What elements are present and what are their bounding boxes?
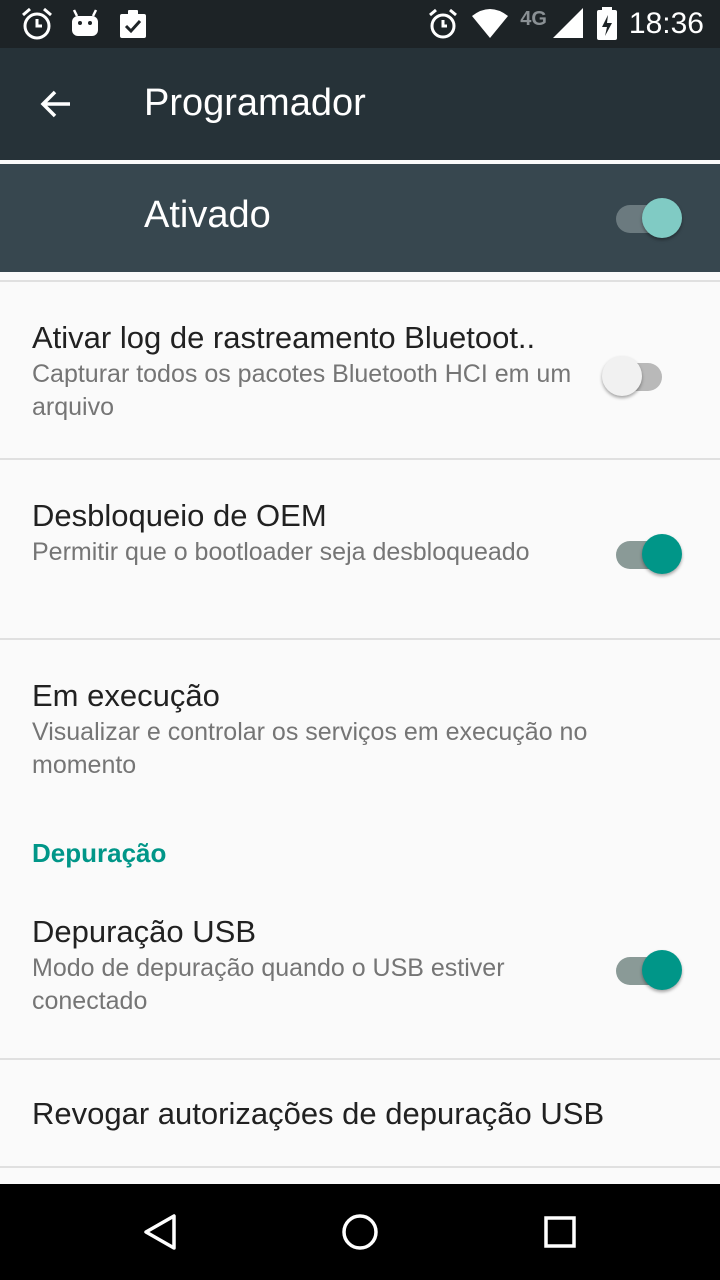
master-switch[interactable] [616,194,682,238]
settings-list: Ativar log de rastreamento Bluetoot.. Ca… [0,272,720,1168]
item-subtitle: Modo de depuração quando o USB estiver c… [32,954,505,1015]
list-item-revoke-usb-auth[interactable]: Revogar autorizações de depuração USB [0,1060,720,1166]
arrow-back-icon [40,90,70,118]
master-switch-label: Ativado [144,194,271,236]
task-check-icon [120,10,146,38]
oem-unlock-switch[interactable] [616,530,682,574]
item-title: Em execução [32,678,220,713]
nav-recents-button[interactable] [536,1208,584,1256]
list-item-usb-debugging[interactable]: Depuração USB Modo de depuração quando o… [0,908,720,1058]
bluetooth-log-switch[interactable] [602,352,672,396]
status-bar: 4G 18:36 [0,0,720,48]
category-header-debugging: Depuração [32,838,167,868]
back-button[interactable] [28,76,84,132]
status-time: 18:36 [628,7,704,40]
network-type: 4G [520,7,547,30]
status-bar-system: 4G 18:36 [426,4,704,44]
switch-thumb [602,356,642,396]
page-title: Programador [144,82,366,124]
master-switch-bar[interactable]: Ativado [0,164,720,272]
item-title: Ativar log de rastreamento Bluetoot.. [32,320,536,355]
item-title: Revogar autorizações de depuração USB [32,1096,605,1131]
switch-thumb [642,950,682,990]
usb-debugging-switch[interactable] [616,946,682,990]
list-item-running-services[interactable]: Em execução Visualizar e controlar os se… [0,640,720,830]
alarm-icon [429,8,458,39]
nav-home-button[interactable] [336,1208,384,1256]
back-triangle-icon [144,1214,176,1250]
switch-thumb [642,198,682,238]
divider [0,1166,720,1168]
list-item-oem-unlock[interactable]: Desbloqueio de OEM Permitir que o bootlo… [0,460,720,638]
signal-icon [552,8,583,38]
status-bar-notifications [20,6,150,42]
list-item-bluetooth-log[interactable]: Ativar log de rastreamento Bluetoot.. Ca… [0,282,720,458]
item-subtitle: Permitir que o bootloader seja desbloque… [32,538,530,566]
recents-square-icon [544,1216,576,1248]
battery-charging-icon [596,7,617,40]
navigation-bar [0,1184,720,1280]
item-title: Desbloqueio de OEM [32,498,327,533]
home-circle-icon [342,1214,378,1250]
app-bar: Programador [0,48,720,160]
switch-thumb [642,534,682,574]
alarm-icon [22,7,52,40]
item-subtitle: Capturar todos os pacotes Bluetooth HCI … [32,360,572,421]
wifi-icon [472,9,509,38]
android-icon [72,9,98,36]
nav-back-button[interactable] [136,1208,184,1256]
item-subtitle: Visualizar e controlar os serviços em ex… [32,718,588,779]
